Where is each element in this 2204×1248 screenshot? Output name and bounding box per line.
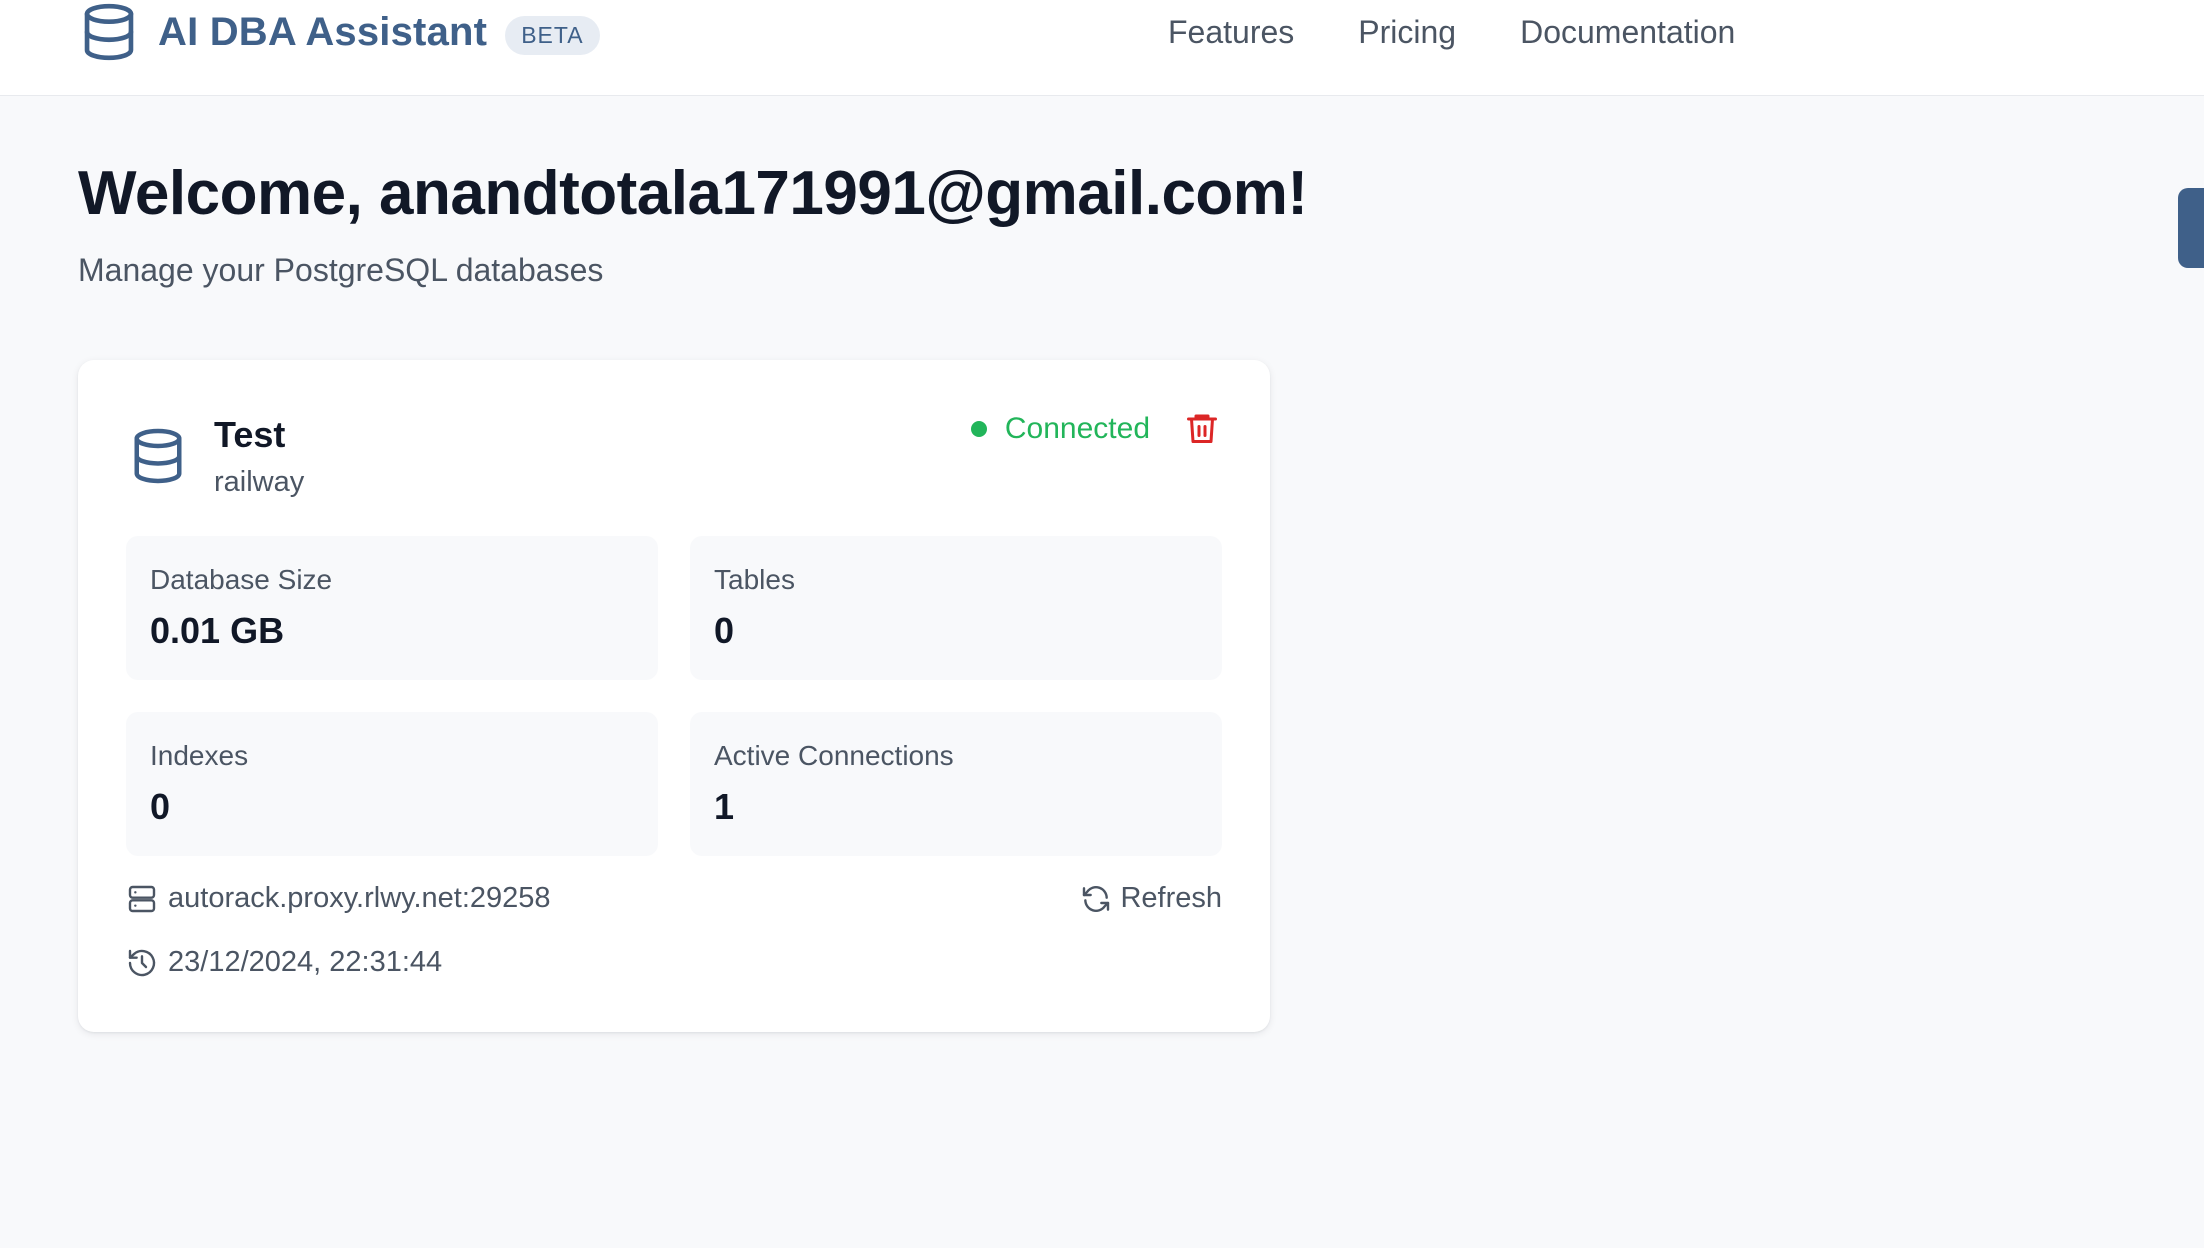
app-title: AI DBA Assistant	[158, 9, 488, 54]
welcome-heading: Welcome, anandtotala171991@gmail.com!	[78, 159, 1308, 228]
top-navbar: AI DBA Assistant BETA Features Pricing D…	[0, 0, 2204, 96]
server-icon	[128, 885, 156, 912]
refresh-label: Refresh	[1120, 882, 1222, 914]
stat-indexes: Indexes 0	[126, 712, 658, 856]
host-address: autorack.proxy.rlwy.net:29258	[168, 882, 551, 914]
database-name: Test	[214, 414, 286, 455]
stat-label: Tables	[714, 564, 795, 595]
stat-database-size: Database Size 0.01 GB	[126, 536, 658, 680]
stat-value: 0	[150, 786, 171, 827]
status-label: Connected	[1004, 412, 1150, 445]
brand[interactable]: AI DBA Assistant BETA	[78, 0, 600, 64]
stat-label: Active Connections	[714, 740, 954, 771]
connection-status: Connected	[970, 412, 1150, 446]
side-drawer-tab[interactable]	[2178, 188, 2204, 268]
nav-features-link[interactable]: Features	[1168, 14, 1294, 51]
refresh-icon	[1083, 885, 1110, 912]
stat-label: Database Size	[150, 564, 333, 595]
nav-pricing-link[interactable]: Pricing	[1358, 14, 1456, 51]
trash-icon[interactable]	[1184, 410, 1220, 446]
refresh-button[interactable]: Refresh	[1080, 882, 1222, 915]
database-icon	[134, 428, 182, 484]
main-nav: Features Pricing Documentation	[1168, 0, 1799, 64]
beta-badge: BETA	[505, 15, 600, 55]
database-subname: railway	[214, 466, 305, 498]
stat-tables: Tables 0	[690, 536, 1222, 680]
database-icon	[84, 3, 134, 61]
stat-value: 0	[714, 610, 735, 651]
history-icon	[128, 949, 156, 976]
nav-documentation-link[interactable]: Documentation	[1520, 14, 1735, 51]
stat-value: 1	[714, 786, 735, 827]
database-card: Test railway Connected Database Size 0.0…	[78, 360, 1270, 1032]
last-updated: 23/12/2024, 22:31:44	[126, 946, 442, 979]
last-updated-time: 23/12/2024, 22:31:44	[168, 946, 443, 978]
stat-active-connections: Active Connections 1	[690, 712, 1222, 856]
stat-label: Indexes	[150, 740, 249, 771]
page-subtitle: Manage your PostgreSQL databases	[78, 252, 604, 288]
host-info: autorack.proxy.rlwy.net:29258	[126, 882, 551, 915]
status-dot-icon	[970, 421, 987, 437]
stat-value: 0.01 GB	[150, 610, 285, 651]
